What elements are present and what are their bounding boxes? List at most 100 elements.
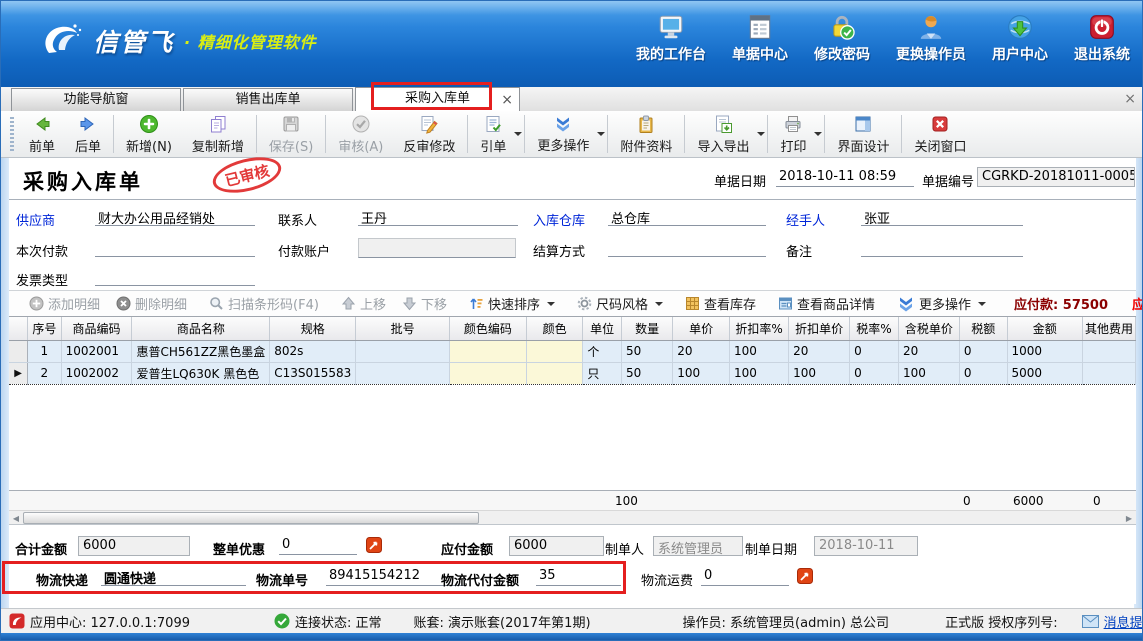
grid-cell[interactable]: 100 [789, 362, 850, 384]
toolbar-button-引单[interactable]: 引单 [470, 112, 522, 156]
dropdown-arrow-icon[interactable] [757, 132, 765, 136]
tab-功能导航窗[interactable]: 功能导航窗 [11, 88, 181, 111]
grid-cell[interactable]: C13S015583 [270, 362, 356, 384]
grid-cell[interactable] [526, 362, 582, 384]
statusbar-message-center[interactable]: 消息提醒中心 [1082, 612, 1143, 631]
tab-采购入库单[interactable]: 采购入库单× [355, 87, 520, 111]
detail-button-尺码风格[interactable]: 尺码风格 [569, 293, 671, 315]
grid-cell[interactable]: 100 [729, 340, 788, 362]
topnav-user-center[interactable]: 用户中心 [992, 13, 1048, 64]
table-row[interactable]: ▶21002002爱普生LQ630K 黑色色C13S015583只5010010… [9, 362, 1136, 384]
freight-edit-icon[interactable] [797, 568, 813, 584]
grid-column-header[interactable]: 金额 [1007, 317, 1082, 340]
toolbar-button-前单[interactable]: 前单 [19, 112, 65, 156]
toolbar-drag-handle[interactable] [10, 117, 14, 151]
invoice-field[interactable] [95, 267, 255, 286]
grid-cell[interactable]: 20 [789, 340, 850, 362]
grid-column-header[interactable]: 其他费用 [1082, 317, 1135, 340]
express-field[interactable]: 圆通快递 [101, 567, 246, 586]
hscroll-thumb[interactable] [23, 512, 479, 524]
grid-cell[interactable]: 20 [673, 340, 730, 362]
doc-date-field[interactable]: 2018-10-11 08:59 [776, 168, 914, 187]
dropdown-arrow-icon[interactable] [814, 132, 822, 136]
toolbar-button-界面设计[interactable]: 界面设计 [827, 112, 899, 156]
grid-column-header[interactable]: 税率% [850, 317, 899, 340]
grid-cell[interactable]: 0 [959, 362, 1007, 384]
grid-cell[interactable]: 0 [959, 340, 1007, 362]
grid-cell[interactable]: 只 [583, 362, 622, 384]
grid-column-header[interactable]: 规格 [270, 317, 356, 340]
grid-cell[interactable]: 100 [673, 362, 730, 384]
remark-field[interactable] [861, 238, 1023, 257]
toolbar-button-后单[interactable]: 后单 [65, 112, 111, 156]
grid-column-header[interactable]: 商品名称 [132, 317, 270, 340]
grid-column-header[interactable]: 单价 [673, 317, 730, 340]
tab-close-icon[interactable]: × [501, 89, 513, 111]
grid-cell[interactable]: 20 [898, 340, 959, 362]
table-row[interactable]: 11002001惠普CH561ZZ黑色墨盒802s个50201002002001… [9, 340, 1136, 362]
toolbar-button-反审修改[interactable]: 反审修改 [393, 112, 465, 156]
dropdown-arrow-icon[interactable] [514, 132, 522, 136]
settle-field[interactable] [608, 238, 766, 257]
toolbar-button-打印[interactable]: 打印 [770, 112, 822, 156]
grid-cell[interactable]: 50 [622, 362, 673, 384]
row-marker-cell[interactable]: ▶ [9, 362, 28, 384]
grid-cell[interactable]: 1002001 [61, 340, 132, 362]
grid-column-header[interactable]: 批号 [356, 317, 450, 340]
cod-field[interactable]: 35 [536, 567, 621, 586]
topnav-switch-operator[interactable]: 更换操作员 [896, 13, 966, 64]
toolbar-button-附件资料[interactable]: 附件资料 [610, 112, 682, 156]
grid-cell[interactable]: 个 [583, 340, 622, 362]
warehouse-field[interactable]: 总仓库 [608, 207, 766, 226]
grid-cell[interactable] [1082, 362, 1135, 384]
topnav-workstation[interactable]: 我的工作台 [636, 13, 706, 64]
freight-field[interactable]: 0 [701, 567, 789, 586]
toolbar-button-更多操作[interactable]: 更多操作 [527, 112, 605, 156]
toolbar-button-新增(N)[interactable]: 新增(N) [116, 112, 182, 156]
detail-button-查看库存[interactable]: 查看库存 [677, 293, 764, 315]
toolbar-button-导入导出[interactable]: 导入导出 [687, 112, 765, 156]
contact-field[interactable]: 王丹 [358, 207, 518, 226]
grid-cell[interactable]: 1000 [1007, 340, 1082, 362]
row-marker-cell[interactable] [9, 340, 28, 362]
grid-cell[interactable] [1082, 340, 1135, 362]
discount-field[interactable]: 0 [279, 536, 357, 555]
grid-cell[interactable] [449, 362, 526, 384]
dropdown-arrow-icon[interactable] [655, 302, 663, 306]
detail-button-查看商品详情[interactable]: 查看商品详情 [770, 293, 883, 315]
grid-column-header[interactable]: 折扣单价 [789, 317, 850, 340]
topnav-change-password[interactable]: 修改密码 [814, 13, 870, 64]
grid-cell[interactable]: 0 [850, 362, 899, 384]
discount-edit-icon[interactable] [366, 537, 382, 553]
grid-cell[interactable]: 100 [729, 362, 788, 384]
handler-field[interactable]: 张亚 [861, 207, 1023, 226]
grid-cell[interactable]: 1 [28, 340, 61, 362]
payment-field[interactable] [95, 238, 255, 257]
grid-column-header[interactable]: 单位 [583, 317, 622, 340]
grid-column-header[interactable]: 数量 [622, 317, 673, 340]
supplier-field[interactable]: 财大办公用品经销处 [95, 207, 255, 226]
grid-column-header[interactable]: 含税单价 [898, 317, 959, 340]
topnav-document-center[interactable]: 单据中心 [732, 13, 788, 64]
grid-cell[interactable] [356, 362, 450, 384]
dropdown-arrow-icon[interactable] [547, 302, 555, 306]
grid-cell[interactable]: 50 [622, 340, 673, 362]
grid-column-header[interactable]: 商品编码 [61, 317, 132, 340]
grid-cell[interactable]: 0 [850, 340, 899, 362]
toolbar-button-关闭窗口[interactable]: 关闭窗口 [904, 112, 976, 156]
dropdown-arrow-icon[interactable] [978, 302, 986, 306]
tabbar-close-icon[interactable]: × [1124, 91, 1136, 107]
tab-销售出库单[interactable]: 销售出库单 [183, 88, 353, 111]
grid-cell[interactable]: 1002002 [61, 362, 132, 384]
grid-cell[interactable]: 2 [28, 362, 61, 384]
grid-cell[interactable]: 100 [898, 362, 959, 384]
grid-cell[interactable]: 5000 [1007, 362, 1082, 384]
grid-cell[interactable] [526, 340, 582, 362]
detail-button-快速排序[interactable]: 快速排序 [461, 293, 563, 315]
topnav-exit-system[interactable]: 退出系统 [1074, 13, 1130, 64]
account-field[interactable] [358, 238, 516, 258]
toolbar-button-复制新增[interactable]: 复制新增 [182, 112, 254, 156]
grid-cell[interactable] [356, 340, 450, 362]
grid-column-header[interactable]: 序号 [28, 317, 61, 340]
grid-column-header[interactable]: 颜色编码 [449, 317, 526, 340]
